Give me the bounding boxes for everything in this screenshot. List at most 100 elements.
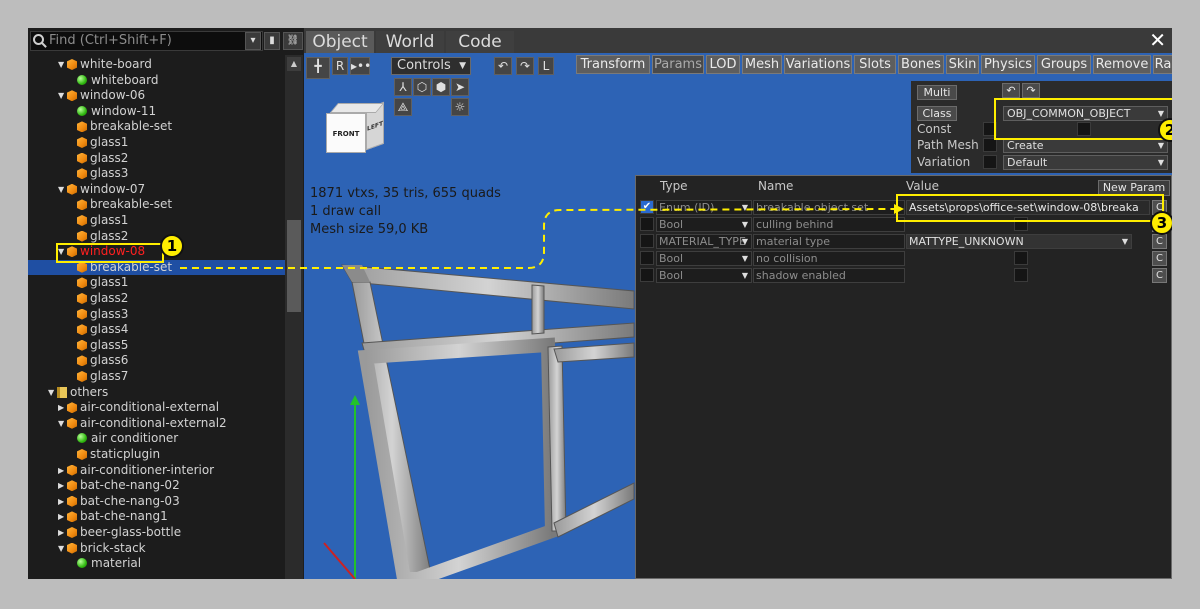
expand-down-arrow-icon[interactable]: ▼ — [58, 57, 66, 72]
param-enable-checkbox[interactable] — [640, 268, 654, 282]
prop-tab-transform[interactable]: Transform — [576, 55, 650, 74]
view-cube-top[interactable] — [329, 103, 385, 113]
variation-dropdown[interactable]: Default ▼ — [1003, 155, 1168, 170]
l-button[interactable]: L — [538, 57, 554, 75]
param-enable-checkbox[interactable] — [640, 234, 654, 248]
trash-icon[interactable]: ▮ — [264, 32, 280, 50]
tree-scrollbar[interactable]: ▲ — [285, 55, 303, 579]
tree-item[interactable]: glass3 — [28, 307, 285, 323]
param-type-dropdown[interactable]: Bool ▼ — [656, 268, 752, 283]
tree-item[interactable]: glass4 — [28, 322, 285, 338]
param-enable-checkbox[interactable] — [640, 251, 654, 265]
param-type-dropdown[interactable]: MATERIAL_TYPE ▼ — [656, 234, 752, 249]
undo-icon[interactable]: ↶ — [494, 57, 512, 75]
tree-item[interactable]: ▶ bat-che-nang-03 — [28, 494, 285, 510]
prop-tab-variations[interactable]: Variations — [784, 55, 852, 74]
tree-item[interactable]: window-11 — [28, 104, 285, 120]
path-mesh-dropdown[interactable]: Create ▼ — [1003, 138, 1168, 153]
link-icon[interactable]: ⛓ — [283, 32, 303, 50]
tree-item[interactable]: ▶ bat-che-nang1 — [28, 509, 285, 525]
tree-item[interactable]: breakable-set — [28, 119, 285, 135]
tree-item[interactable]: ▼ white-board — [28, 57, 285, 73]
cube-view-icon[interactable]: ⬡ — [413, 78, 431, 96]
param-name-field[interactable]: shadow enabled — [753, 268, 905, 283]
pivot-icon[interactable]: ⟁ — [394, 98, 412, 116]
close-icon[interactable]: ✕ — [1149, 28, 1166, 52]
param-name-field[interactable]: culling behind — [753, 217, 905, 232]
collapse-right-arrow-icon[interactable]: ▶ — [58, 400, 66, 415]
param-name-field[interactable]: no collision — [753, 251, 905, 266]
expand-down-arrow-icon[interactable]: ▼ — [58, 182, 66, 197]
tree-item[interactable]: glass2 — [28, 229, 285, 245]
tree-item[interactable]: ▼ others — [28, 385, 285, 401]
param-clear-button[interactable]: C — [1152, 251, 1167, 266]
tree-item[interactable]: air conditioner — [28, 431, 285, 447]
prop-tab-lod[interactable]: LOD — [706, 55, 740, 74]
undo-icon[interactable]: ↶ — [1002, 83, 1020, 98]
expand-down-arrow-icon[interactable]: ▼ — [58, 541, 66, 556]
tree-item[interactable]: glass1 — [28, 275, 285, 291]
param-name-field[interactable]: breakable object set — [753, 200, 905, 215]
controls-dropdown[interactable]: Controls ▼ — [391, 57, 471, 75]
param-type-dropdown[interactable]: Bool ▼ — [656, 251, 752, 266]
tree-item[interactable]: ▼ window-07 — [28, 182, 285, 198]
tree-item[interactable]: breakable-set — [28, 197, 285, 213]
view-cube-front[interactable]: FRONT — [326, 113, 366, 153]
collapse-right-arrow-icon[interactable]: ▶ — [58, 509, 66, 524]
more-options-icon[interactable]: ▸•• — [350, 57, 371, 75]
axis-gizmo-icon[interactable]: ⅄ — [394, 78, 412, 96]
prop-tab-remove[interactable]: Remove — [1093, 55, 1151, 74]
tree-item[interactable]: ▶ air-conditioner-interior — [28, 463, 285, 479]
tree-item[interactable]: ▶ bat-che-nang-02 — [28, 478, 285, 494]
collapse-right-arrow-icon[interactable]: ▶ — [58, 494, 66, 509]
tree-item[interactable]: ▼ brick-stack — [28, 541, 285, 557]
bounding-box-icon[interactable]: ⬢ — [432, 78, 450, 96]
param-enable-checkbox[interactable] — [640, 217, 654, 231]
collapse-right-arrow-icon[interactable]: ▶ — [58, 525, 66, 540]
tree-item[interactable]: glass7 — [28, 369, 285, 385]
view-cube[interactable]: FRONT LEFT — [326, 101, 392, 161]
param-name-field[interactable]: material type — [753, 234, 905, 249]
param-type-dropdown[interactable]: Bool ▼ — [656, 217, 752, 232]
tab-code[interactable]: Code — [446, 31, 514, 53]
collapse-right-arrow-icon[interactable]: ▶ — [58, 478, 66, 493]
tree-item[interactable]: glass6 — [28, 353, 285, 369]
param-clear-button[interactable]: C — [1152, 268, 1167, 283]
prop-tab-params[interactable]: Params — [652, 55, 704, 74]
param-bool-checkbox[interactable] — [1014, 251, 1028, 265]
prop-tab-slots[interactable]: Slots — [854, 55, 896, 74]
tree-item[interactable]: glass5 — [28, 338, 285, 354]
scroll-up-arrow-icon[interactable]: ▲ — [287, 57, 301, 71]
param-type-dropdown[interactable]: Enum (ID) ▼ — [656, 200, 752, 215]
grid-layout-icon[interactable]: ╋ — [306, 57, 330, 79]
expand-down-arrow-icon[interactable]: ▼ — [58, 416, 66, 431]
prop-tab-mesh[interactable]: Mesh — [742, 55, 782, 74]
scroll-thumb[interactable] — [287, 220, 301, 312]
expand-down-arrow-icon[interactable]: ▼ — [58, 88, 66, 103]
tree-item[interactable]: ▶ beer-glass-bottle — [28, 525, 285, 541]
tree-item[interactable]: glass1 — [28, 213, 285, 229]
param-clear-button[interactable]: C — [1152, 234, 1167, 249]
search-dropdown-button[interactable]: ▾ — [245, 32, 261, 50]
collapse-right-arrow-icon[interactable]: ▶ — [58, 463, 66, 478]
prop-tab-skin[interactable]: Skin — [946, 55, 979, 74]
tree-item[interactable]: glass2 — [28, 151, 285, 167]
tree-item[interactable]: glass2 — [28, 291, 285, 307]
tree-item[interactable]: staticplugin — [28, 447, 285, 463]
tree-item[interactable]: glass1 — [28, 135, 285, 151]
redo-icon[interactable]: ↷ — [1022, 83, 1040, 98]
prop-tab-groups[interactable]: Groups — [1037, 55, 1091, 74]
variation-checkbox[interactable] — [983, 155, 997, 169]
prop-tab-ra[interactable]: Ra — [1153, 55, 1172, 74]
param-bool-checkbox[interactable] — [1014, 268, 1028, 282]
light-icon[interactable]: ☼ — [451, 98, 469, 116]
tree-item[interactable]: ▼ air-conditional-external2 — [28, 416, 285, 432]
cursor-icon[interactable]: ➤ — [451, 78, 469, 96]
tab-object[interactable]: Object — [306, 31, 374, 53]
multi-button[interactable]: Multi — [917, 85, 957, 100]
param-value-dropdown[interactable]: MATTYPE_UNKNOWN ▼ — [906, 234, 1132, 249]
tab-world[interactable]: World — [376, 31, 444, 53]
path-mesh-checkbox[interactable] — [983, 138, 997, 152]
prop-tab-physics[interactable]: Physics — [981, 55, 1035, 74]
expand-down-arrow-icon[interactable]: ▼ — [48, 385, 56, 400]
